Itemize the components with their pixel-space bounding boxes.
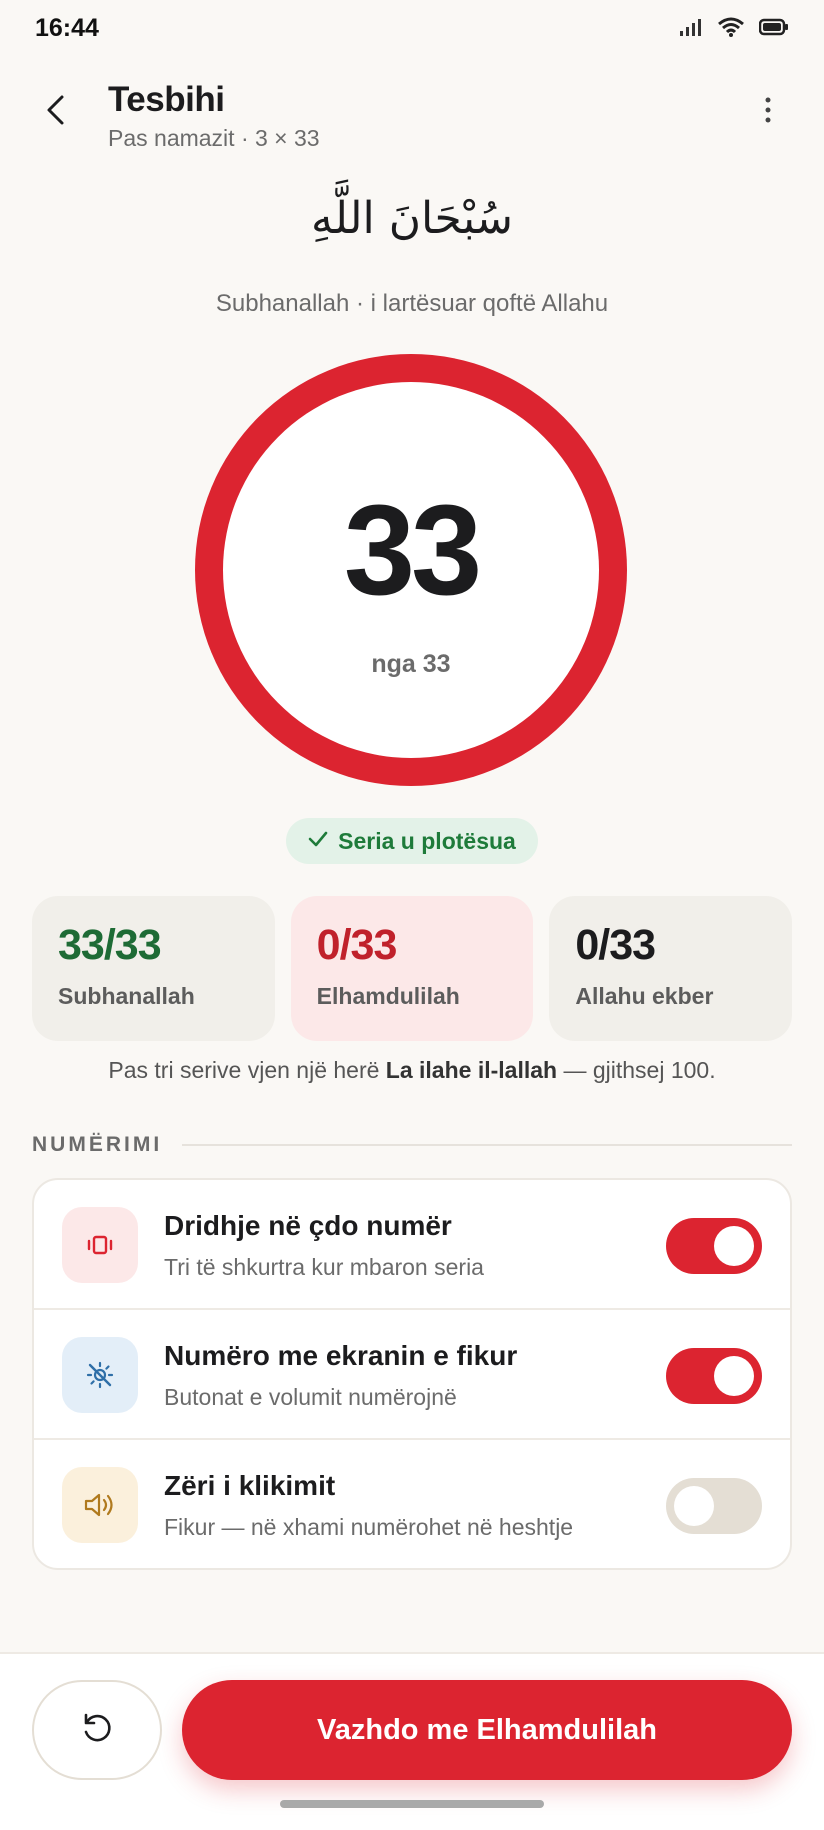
series-cards: 33/33 Subhanallah 0/33 Elhamdulilah 0/33… — [32, 896, 793, 1041]
status-badge-label: Seria u plotësua — [338, 827, 516, 854]
reset-icon — [79, 1710, 115, 1751]
series-card-value: 0/33 — [575, 921, 656, 969]
setting-title: Dridhje në çdo numër — [164, 1210, 452, 1241]
series-card-elhamdulilah: 0/33 Elhamdulilah — [290, 896, 534, 1041]
setting-description: Fikur — në xhami numërohet në heshtje — [164, 1514, 574, 1540]
screen-off-icon — [62, 1337, 138, 1413]
setting-description: Tri të shkurtra kur mbaron seria — [164, 1254, 484, 1280]
series-card-label: Allahu ekber — [575, 983, 714, 1009]
series-note-suffix: — gjithsej 100. — [557, 1057, 716, 1083]
series-note-bold: La ilahe il-lallah — [385, 1057, 558, 1083]
check-icon — [308, 831, 328, 852]
toggle-knob — [714, 1226, 754, 1266]
signal-icon — [679, 17, 703, 42]
vibration-toggle[interactable] — [666, 1218, 762, 1274]
series-card-subhanallah: 33/33 Subhanallah — [32, 896, 275, 1041]
home-indicator — [280, 1800, 544, 1808]
arabic-dhikr: سُبْحَانَ اللَّهِ — [310, 193, 514, 244]
dhikr-transliteration: Subhanallah · i lartësuar qoftë Allahu — [215, 290, 609, 317]
count-target: nga 33 — [371, 650, 451, 678]
toggle-knob — [674, 1486, 714, 1526]
speaker-icon — [62, 1467, 138, 1543]
vibration-icon — [62, 1207, 138, 1283]
status-badge: Seria u plotësua — [286, 818, 538, 864]
count-value: 33 — [343, 479, 482, 622]
settings-list: Dridhje në çdo numër Tri të shkurtra kur… — [32, 1178, 792, 1570]
series-note: Pas tri serive vjen një herë La ilahe il… — [0, 1057, 824, 1084]
series-card-value: 0/33 — [316, 921, 398, 969]
setting-description: Butonat e volumit numërojnë — [164, 1384, 457, 1410]
setting-title: Zëri i klikimit — [164, 1470, 336, 1501]
status-bar: 16:44 — [0, 0, 824, 60]
setting-vibration[interactable]: Dridhje në çdo numër Tri të shkurtra kur… — [34, 1180, 790, 1310]
wifi-icon — [717, 16, 745, 43]
setting-screen-off[interactable]: Numëro me ekranin e fikur Butonat e volu… — [34, 1310, 790, 1440]
screen-off-toggle[interactable] — [666, 1348, 762, 1404]
section-title: NUMËRIMI — [32, 1133, 163, 1156]
series-card-label: Elhamdulilah — [316, 983, 460, 1009]
app-header: Tesbihi Pas namazit · 3 × 33 — [0, 70, 824, 160]
setting-click-sound[interactable]: Zëri i klikimit Fikur — në xhami numëroh… — [34, 1440, 790, 1568]
section-divider — [182, 1144, 792, 1146]
back-button[interactable] — [36, 92, 76, 132]
toggle-knob — [714, 1356, 754, 1396]
reset-button[interactable] — [32, 1680, 162, 1780]
series-card-allahu-ekber: 0/33 Allahu ekber — [549, 896, 793, 1041]
section-header: NUMËRIMI — [32, 1133, 792, 1157]
click-sound-toggle[interactable] — [666, 1478, 762, 1534]
series-card-value: 33/33 — [58, 921, 162, 969]
battery-icon — [758, 18, 789, 41]
series-card-label: Subhanallah — [58, 983, 195, 1009]
series-note-prefix: Pas tri serive vjen një herë — [108, 1057, 386, 1083]
status-icons — [679, 16, 789, 43]
continue-button[interactable]: Vazhdo me Elhamdulilah — [182, 1680, 792, 1780]
counter-tap-area[interactable]: 33 nga 33 — [223, 382, 599, 758]
more-options-button[interactable] — [748, 92, 788, 132]
setting-title: Numëro me ekranin e fikur — [164, 1340, 518, 1371]
chevron-left-icon — [44, 93, 68, 132]
counter-ring[interactable]: 33 nga 33 — [195, 354, 627, 786]
page-title: Tesbihi — [108, 80, 225, 119]
status-time: 16:44 — [35, 14, 99, 42]
page-subtitle: Pas namazit · 3 × 33 — [108, 125, 320, 151]
more-vertical-icon — [764, 96, 772, 129]
